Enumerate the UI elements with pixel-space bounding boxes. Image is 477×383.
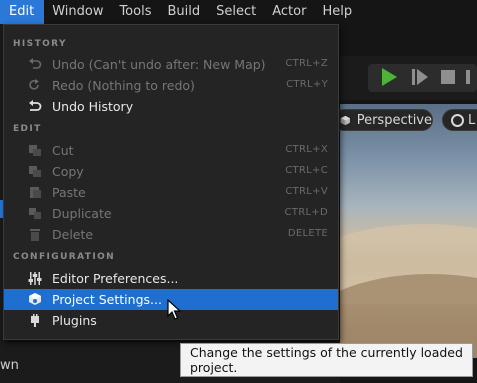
shortcut-text: DELETE: [287, 228, 328, 239]
shortcut-text: CTRL+V: [285, 186, 328, 197]
sliders-icon: [28, 272, 42, 285]
stop-icon[interactable]: [441, 70, 455, 84]
shortcut-text: CTRL+Z: [285, 58, 328, 69]
menu-item-editor-preferences[interactable]: Editor Preferences...: [4, 268, 338, 289]
mouse-cursor-icon: [167, 299, 181, 320]
menu-bar: Edit Window Tools Build Select Actor Hel…: [0, 0, 477, 24]
section-history: HISTORY: [13, 39, 67, 49]
menu-item-label: Editor Preferences...: [52, 271, 179, 286]
perspective-label: Perspective: [356, 112, 432, 128]
redo-icon: [29, 79, 39, 90]
play-icon[interactable]: [382, 68, 397, 86]
menu-item-label: Undo History: [52, 99, 134, 114]
menu-item-redo[interactable]: Redo (Nothing to redo) CTRL+Y: [4, 75, 338, 96]
menu-item-label: Cut: [52, 143, 74, 158]
section-edit: EDIT: [13, 124, 42, 134]
left-panel-partial-label: wn: [0, 358, 19, 373]
shortcut-text: CTRL+D: [284, 207, 328, 218]
menu-item-label: Copy: [52, 164, 84, 179]
undo-icon: [29, 58, 42, 69]
perspective-button[interactable]: Perspective: [333, 109, 433, 131]
shortcut-text: CTRL+C: [285, 165, 328, 176]
lit-label: L: [468, 112, 476, 128]
lit-icon: [451, 113, 464, 127]
lit-mode-button[interactable]: L: [442, 109, 477, 131]
menu-build[interactable]: Build: [159, 0, 208, 24]
cut-icon: [29, 145, 41, 156]
more-options-icon[interactable]: [466, 70, 470, 84]
undo-history-icon: [29, 100, 42, 111]
menu-item-duplicate[interactable]: Duplicate CTRL+D: [4, 203, 338, 224]
copy-icon: [29, 166, 41, 177]
menu-help[interactable]: Help: [314, 0, 360, 24]
menu-item-cut[interactable]: Cut CTRL+X: [4, 140, 338, 161]
menu-item-paste[interactable]: Paste CTRL+V: [4, 182, 338, 203]
paste-icon: [30, 187, 41, 198]
shortcut-text: CTRL+X: [285, 144, 328, 155]
menu-item-label: Paste: [52, 185, 86, 200]
menu-item-undo-history[interactable]: Undo History: [4, 96, 338, 117]
cube-icon: [340, 115, 350, 125]
level-viewport[interactable]: [340, 104, 477, 358]
menu-select[interactable]: Select: [208, 0, 264, 24]
tooltip: Change the settings of the currently loa…: [180, 343, 473, 377]
project-settings-icon: [29, 293, 41, 305]
menu-tools[interactable]: Tools: [111, 0, 159, 24]
menu-item-label: Plugins: [52, 313, 97, 328]
menu-edit[interactable]: Edit: [0, 0, 45, 24]
section-configuration: CONFIGURATION: [13, 252, 116, 262]
menu-item-undo[interactable]: Undo (Can't undo after: New Map) CTRL+Z: [4, 54, 338, 75]
delete-icon: [30, 229, 40, 241]
menu-item-label: Undo (Can't undo after: New Map): [52, 57, 266, 72]
plugin-icon: [31, 314, 39, 327]
shortcut-text: CTRL+Y: [286, 79, 328, 90]
menu-item-copy[interactable]: Copy CTRL+C: [4, 161, 338, 182]
step-forward-icon[interactable]: [412, 68, 428, 86]
duplicate-icon: [29, 208, 41, 219]
edit-menu-dropdown: HISTORY Undo (Can't undo after: New Map)…: [3, 24, 339, 340]
menu-item-label: Redo (Nothing to redo): [52, 78, 195, 93]
menu-item-delete[interactable]: Delete DELETE: [4, 224, 338, 245]
menu-item-label: Delete: [52, 227, 94, 242]
menu-item-label: Project Settings...: [52, 292, 162, 307]
menu-window[interactable]: Window: [44, 0, 111, 24]
tooltip-text: Change the settings of the currently loa…: [190, 345, 463, 375]
menu-actor[interactable]: Actor: [264, 0, 314, 24]
menu-item-label: Duplicate: [52, 206, 112, 221]
